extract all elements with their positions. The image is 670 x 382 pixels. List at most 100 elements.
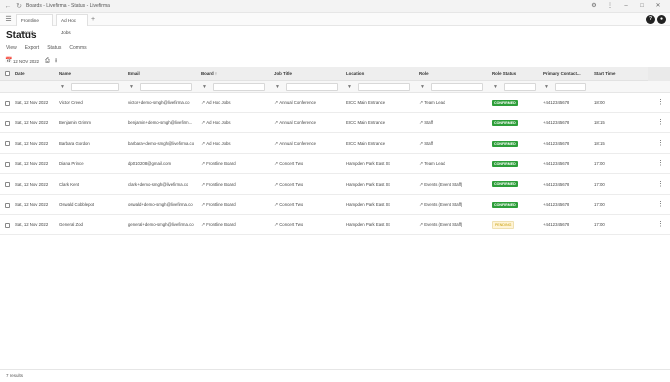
filter-input-role-status[interactable] xyxy=(504,83,536,91)
cell-job-title[interactable]: ↗Concert Two xyxy=(274,154,303,174)
external-link-icon[interactable]: ↗ xyxy=(201,120,205,126)
cell-role[interactable]: ↗Events (Event Staff) xyxy=(419,195,462,215)
table-row[interactable]: Sat, 12 Nov 2022 General Zod general+demo-… xyxy=(0,215,670,236)
col-start-time[interactable]: Start Time xyxy=(594,67,615,81)
date-picker[interactable]: 12 NOV 2022 xyxy=(13,59,39,65)
filter-icon[interactable]: ▼ xyxy=(129,83,134,91)
row-actions-icon[interactable]: ⋮ xyxy=(657,154,664,174)
filter-icon[interactable]: ▼ xyxy=(60,83,65,91)
col-email[interactable]: Email xyxy=(128,67,140,81)
external-link-icon[interactable]: ↗ xyxy=(201,141,205,147)
row-checkbox[interactable] xyxy=(5,100,10,106)
cell-job-title[interactable]: ↗Annual Conference xyxy=(274,134,316,154)
filter-input-location[interactable] xyxy=(358,83,410,91)
col-location[interactable]: Location xyxy=(346,67,364,81)
col-board[interactable]: Board ↑ xyxy=(201,67,217,81)
row-actions-icon[interactable]: ⋮ xyxy=(657,195,664,215)
row-checkbox[interactable] xyxy=(5,182,10,188)
row-checkbox[interactable] xyxy=(5,120,10,126)
external-link-icon[interactable]: ↗ xyxy=(274,182,278,188)
close-icon[interactable]: ✕ xyxy=(650,1,666,12)
row-actions-icon[interactable]: ⋮ xyxy=(657,113,664,133)
cell-board[interactable]: ↗Frontline Board xyxy=(201,154,236,174)
help-icon[interactable]: ? xyxy=(646,15,655,24)
table-row[interactable]: Sat, 12 Nov 2022 Oswald Cobblepot oswald+d… xyxy=(0,195,670,215)
menu-export[interactable]: Export xyxy=(25,45,39,52)
tab-frontline-board[interactable]: Frontline Board xyxy=(16,14,53,35)
cell-board[interactable]: ↗Ad Hoc Jobs xyxy=(201,113,231,133)
col-role-status[interactable]: Role Status xyxy=(492,67,516,81)
external-link-icon[interactable]: ↗ xyxy=(419,182,423,188)
print-icon[interactable]: ⎙ xyxy=(45,58,50,65)
tab-ad-hoc-jobs[interactable]: Ad Hoc Jobs xyxy=(56,14,88,35)
cell-job-title[interactable]: ↗Concert Two xyxy=(274,175,303,195)
filter-icon[interactable]: ▼ xyxy=(544,83,549,91)
external-link-icon[interactable]: ↗ xyxy=(274,100,278,106)
menu-view[interactable]: View xyxy=(6,45,17,52)
cell-board[interactable]: ↗Frontline Board xyxy=(201,175,236,195)
table-row[interactable]: Sat, 12 Nov 2022 Barbara Gordon barbara+de… xyxy=(0,133,670,154)
row-checkbox[interactable] xyxy=(5,161,10,167)
external-link-icon[interactable]: ↗ xyxy=(201,182,205,188)
filter-icon[interactable]: ▼ xyxy=(275,83,280,91)
external-link-icon[interactable]: ↗ xyxy=(274,161,278,167)
row-checkbox[interactable] xyxy=(5,222,10,228)
maximize-icon[interactable]: □ xyxy=(634,1,650,12)
filter-icon[interactable]: ▼ xyxy=(420,83,425,91)
cell-role[interactable]: ↗Events (Event Staff) xyxy=(419,215,462,235)
col-job-title[interactable]: Job Title xyxy=(274,67,292,81)
table-row[interactable]: Sat, 12 Nov 2022 Diana Prince dp010208@gma… xyxy=(0,154,670,175)
external-link-icon[interactable]: ↗ xyxy=(419,222,423,228)
cell-board[interactable]: ↗Frontline Board xyxy=(201,195,236,215)
row-checkbox[interactable] xyxy=(5,141,10,147)
filter-input-board[interactable] xyxy=(213,83,265,91)
select-all-checkbox[interactable] xyxy=(5,71,10,76)
calendar-icon[interactable]: 📅 xyxy=(5,58,12,65)
add-tab-icon[interactable]: + xyxy=(91,14,95,26)
external-link-icon[interactable]: ↗ xyxy=(201,161,205,167)
external-link-icon[interactable]: ↗ xyxy=(419,161,423,167)
filter-icon[interactable]: ▼ xyxy=(202,83,207,91)
cell-job-title[interactable]: ↗Annual Conference xyxy=(274,113,316,133)
menu-comms[interactable]: Comms xyxy=(69,45,86,52)
more-icon[interactable]: ⋮ xyxy=(602,1,618,12)
sort-asc-icon[interactable]: ↑ xyxy=(215,71,217,76)
filter-input-job[interactable] xyxy=(286,83,338,91)
external-link-icon[interactable]: ↗ xyxy=(274,222,278,228)
col-role[interactable]: Role xyxy=(419,67,429,81)
filter-input-contact[interactable] xyxy=(555,83,586,91)
external-link-icon[interactable]: ↗ xyxy=(419,202,423,208)
filter-input-role[interactable] xyxy=(431,83,483,91)
filter-icon[interactable]: ▼ xyxy=(347,83,352,91)
table-row[interactable]: Sat, 12 Nov 2022 Victor Creed victor+demo-… xyxy=(0,93,670,113)
back-icon[interactable]: ← xyxy=(4,2,12,11)
menu-icon[interactable]: ☰ xyxy=(4,15,13,24)
external-link-icon[interactable]: ↗ xyxy=(201,100,205,106)
external-link-icon[interactable]: ↗ xyxy=(201,222,205,228)
row-actions-icon[interactable]: ⋮ xyxy=(657,134,664,154)
cell-role[interactable]: ↗Events (Event Staff) xyxy=(419,175,462,195)
col-name[interactable]: Name xyxy=(59,67,71,81)
download-icon[interactable]: ⭳ xyxy=(55,58,57,65)
external-link-icon[interactable]: ↗ xyxy=(419,100,423,106)
filter-icon[interactable]: ▼ xyxy=(493,83,498,91)
cell-board[interactable]: ↗Frontline Board xyxy=(201,215,236,235)
cell-job-title[interactable]: ↗Concert Two xyxy=(274,215,303,235)
external-link-icon[interactable]: ↗ xyxy=(274,120,278,126)
row-actions-icon[interactable]: ⋮ xyxy=(657,175,664,195)
minimize-icon[interactable]: – xyxy=(618,1,634,12)
cell-job-title[interactable]: ↗Annual Conference xyxy=(274,93,316,113)
table-row[interactable]: Sat, 12 Nov 2022 Benjamin Grimm benjamin+d… xyxy=(0,113,670,134)
cell-role[interactable]: ↗Staff xyxy=(419,134,433,154)
col-primary-contact[interactable]: Primary Contact... xyxy=(543,67,581,81)
row-actions-icon[interactable]: ⋮ xyxy=(657,215,664,235)
filter-input-name[interactable] xyxy=(71,83,119,91)
external-link-icon[interactable]: ↗ xyxy=(419,120,423,126)
row-checkbox[interactable] xyxy=(5,202,10,208)
extensions-icon[interactable]: ⚙ xyxy=(586,1,602,12)
cell-board[interactable]: ↗Ad Hoc Jobs xyxy=(201,134,231,154)
table-row[interactable]: Sat, 12 Nov 2022 Clark Kent clark+demo-smg… xyxy=(0,174,670,195)
cell-role[interactable]: ↗Team Lead xyxy=(419,154,445,174)
external-link-icon[interactable]: ↗ xyxy=(274,141,278,147)
row-actions-icon[interactable]: ⋮ xyxy=(657,93,664,113)
